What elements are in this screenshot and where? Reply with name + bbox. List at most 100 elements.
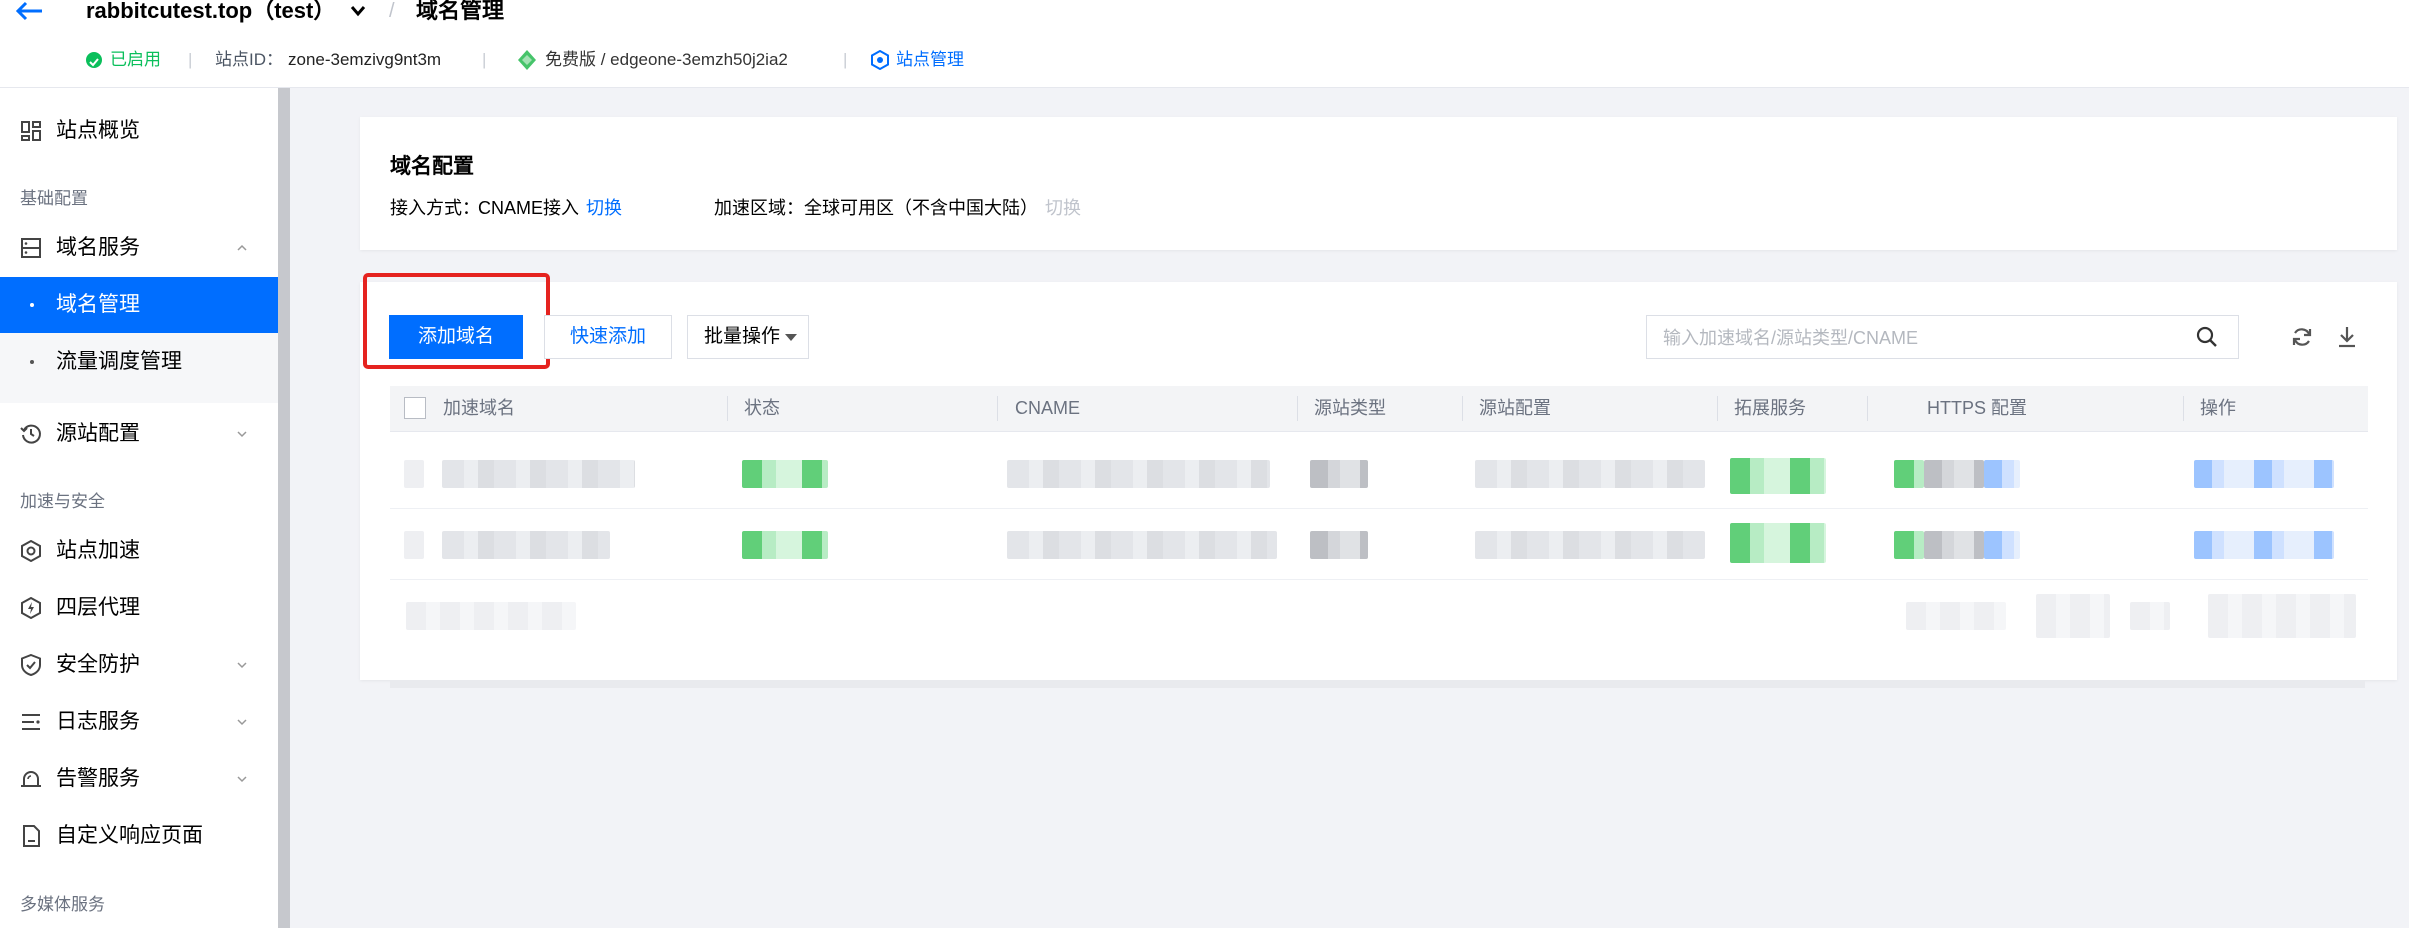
blurred-page-nav[interactable] bbox=[2208, 594, 2356, 638]
top-header: rabbitcutest.top（test） / 域名管理 已启用 | 站点ID… bbox=[0, 0, 2409, 88]
sidebar-item-site-accel[interactable]: 站点加速 bbox=[0, 523, 278, 579]
quick-add-button[interactable]: 快速添加 bbox=[544, 315, 672, 359]
table-row[interactable] bbox=[390, 509, 2368, 580]
sidebar-item-alarm-service[interactable]: 告警服务 bbox=[0, 751, 278, 807]
chevron-down-icon bbox=[237, 776, 247, 783]
zone-id-label: 站点ID： bbox=[215, 50, 283, 69]
column-header-actions[interactable]: 操作 bbox=[2200, 386, 2236, 431]
blurred-https-link bbox=[1984, 531, 2020, 559]
row-checkbox-blurred[interactable] bbox=[404, 531, 424, 559]
column-header-cname[interactable]: CNAME bbox=[1015, 386, 1080, 431]
page-title: 域名管理 bbox=[416, 0, 505, 23]
bullet-icon bbox=[30, 360, 34, 364]
batch-operation-dropdown[interactable]: 批量操作 bbox=[687, 315, 809, 359]
sidebar-item-security[interactable]: 安全防护 bbox=[0, 637, 278, 693]
shield-icon bbox=[21, 654, 41, 676]
chevron-down-icon bbox=[237, 719, 247, 726]
column-header-https[interactable]: HTTPS 配置 bbox=[1927, 386, 2027, 431]
status-ok-icon bbox=[86, 52, 102, 68]
sidebar-item-l4-proxy[interactable]: 四层代理 bbox=[0, 580, 278, 636]
blurred-https-status bbox=[1894, 460, 1924, 488]
blurred-domain bbox=[442, 531, 610, 559]
blurred-actions[interactable] bbox=[2194, 460, 2334, 488]
sidebar-group-media: 多媒体服务 bbox=[20, 895, 105, 914]
sidebar-item-traffic-scheduling[interactable]: 流量调度管理 bbox=[0, 334, 278, 390]
sidebar-item-origin-config[interactable]: 源站配置 bbox=[0, 406, 278, 462]
access-mode-switch-link[interactable]: 切换 bbox=[586, 195, 622, 221]
blurred-https bbox=[1924, 531, 1984, 559]
sidebar-item-overview[interactable]: 站点概览 bbox=[0, 103, 278, 159]
blurred-page-size[interactable] bbox=[1906, 602, 2006, 630]
history-icon bbox=[20, 424, 41, 444]
region-value: 全球可用区（不含中国大陆） bbox=[804, 198, 1038, 218]
breadcrumb-separator: / bbox=[389, 0, 395, 22]
download-icon[interactable] bbox=[2336, 325, 2358, 349]
blurred-origin-config bbox=[1475, 531, 1705, 559]
sidebar-item-label: 告警服务 bbox=[56, 767, 140, 790]
dashboard-icon bbox=[21, 121, 41, 141]
access-mode-value: CNAME接入 bbox=[478, 198, 580, 218]
batch-operation-label: 批量操作 bbox=[704, 326, 781, 347]
region-label: 加速区域： bbox=[714, 198, 804, 218]
column-header-extension[interactable]: 拓展服务 bbox=[1734, 386, 1806, 431]
meta-separator: | bbox=[482, 50, 487, 69]
site-management-link[interactable]: 站点管理 bbox=[896, 47, 964, 73]
sidebar-item-label: 源站配置 bbox=[56, 422, 140, 445]
column-header-status[interactable]: 状态 bbox=[744, 386, 780, 431]
search-box[interactable] bbox=[1646, 315, 2239, 359]
blurred-actions[interactable] bbox=[2194, 531, 2334, 559]
gear-icon[interactable] bbox=[870, 50, 890, 70]
panel-shadow bbox=[390, 680, 2365, 688]
back-arrow-icon[interactable] bbox=[14, 0, 44, 22]
search-icon[interactable] bbox=[2195, 325, 2219, 349]
blurred-https-link bbox=[1984, 460, 2020, 488]
blurred-https bbox=[1924, 460, 1984, 488]
blurred-https-status bbox=[1894, 531, 1924, 559]
column-divider bbox=[2183, 396, 2184, 421]
blurred-cname bbox=[1007, 460, 1270, 488]
sidebar-item-domain-management[interactable]: 域名管理 bbox=[0, 277, 278, 333]
blurred-origin-config bbox=[1475, 460, 1705, 488]
blurred-cname bbox=[1007, 531, 1277, 559]
access-mode-label: 接入方式： bbox=[390, 198, 480, 218]
plan-diamond-icon bbox=[518, 50, 536, 70]
sidebar-item-label: 域名服务 bbox=[56, 236, 140, 259]
chevron-up-icon bbox=[237, 244, 247, 251]
sidebar-item-label: 自定义响应页面 bbox=[56, 824, 203, 847]
column-divider bbox=[1717, 396, 1718, 421]
list-icon bbox=[22, 714, 40, 730]
status-badge: 已启用 bbox=[110, 50, 161, 69]
chevron-down-icon bbox=[237, 431, 247, 438]
table-header: 加速域名 状态 CNAME 源站类型 源站配置 拓展服务 HTTPS 配置 操作 bbox=[390, 386, 2368, 432]
blurred-page-input[interactable] bbox=[2036, 594, 2110, 638]
table-row[interactable] bbox=[390, 438, 2368, 509]
row-checkbox-blurred[interactable] bbox=[404, 460, 424, 488]
column-divider bbox=[997, 396, 998, 421]
column-divider bbox=[1462, 396, 1463, 421]
blurred-page-total bbox=[2130, 602, 2170, 630]
refresh-icon[interactable] bbox=[2290, 325, 2314, 349]
sidebar-item-label: 站点概览 bbox=[56, 119, 140, 142]
sidebar-item-domain-service[interactable]: 域名服务 bbox=[0, 220, 278, 276]
accelerate-icon bbox=[21, 540, 41, 562]
highlight-annotation bbox=[363, 273, 550, 369]
sidebar-group-basic: 基础配置 bbox=[20, 189, 88, 208]
sidebar-item-custom-page[interactable]: 自定义响应页面 bbox=[0, 808, 278, 864]
sidebar-item-log-service[interactable]: 日志服务 bbox=[0, 694, 278, 750]
column-header-domain[interactable]: 加速域名 bbox=[443, 386, 515, 431]
plan-info: 免费版 / edgeone-3emzh50j2ia2 bbox=[545, 50, 788, 69]
chevron-down-icon[interactable] bbox=[350, 5, 366, 17]
column-header-origin-config[interactable]: 源站配置 bbox=[1479, 386, 1551, 431]
sidebar-item-label: 四层代理 bbox=[56, 596, 140, 619]
alarm-icon bbox=[21, 771, 41, 787]
server-icon bbox=[21, 238, 41, 258]
blurred-extension bbox=[1730, 458, 1826, 494]
select-all-checkbox[interactable] bbox=[404, 397, 426, 419]
site-name[interactable]: rabbitcutest.top（test） bbox=[86, 0, 335, 26]
caret-down-icon bbox=[785, 334, 797, 341]
search-input[interactable] bbox=[1661, 324, 2185, 352]
sidebar-scrollbar[interactable] bbox=[278, 88, 290, 928]
sidebar-item-label: 域名管理 bbox=[56, 293, 140, 316]
column-header-origin-type[interactable]: 源站类型 bbox=[1314, 386, 1386, 431]
meta-separator: | bbox=[188, 50, 193, 69]
